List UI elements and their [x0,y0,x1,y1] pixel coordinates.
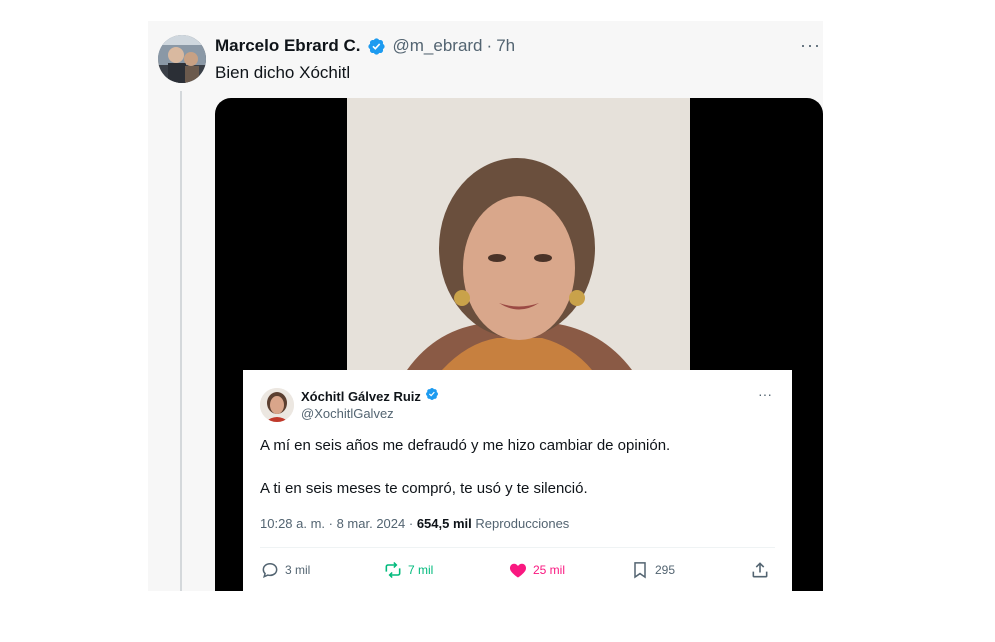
heart-icon [508,560,528,580]
reply-icon [260,560,280,580]
views-label: Reproducciones [471,516,570,531]
separator: · [486,36,493,55]
tweet-card[interactable]: Marcelo Ebrard C. @m_ebrard · 7h ··· Bie… [148,21,823,591]
bookmark-icon [630,560,650,580]
embedded-timestamp[interactable]: 10:28 a. m. · 8 mar. 2024 · [260,516,417,531]
like-button[interactable]: 25 mil [508,560,565,580]
embedded-tweet-text: A mí en seis años me defraudó y me hizo … [260,436,670,522]
thread-line [180,91,182,591]
embedded-author-handle[interactable]: @XochitlGalvez [301,405,439,422]
verified-badge-icon [367,37,386,56]
like-count: 25 mil [533,563,566,577]
repost-button[interactable]: 7 mil [383,560,433,580]
embedded-text-line-1: A mí en seis años me defraudó y me hizo … [260,437,671,454]
embedded-tweet[interactable]: Xóchitl Gálvez Ruiz @XochitlGalvez ··· A… [243,370,792,591]
embedded-more-icon[interactable]: ··· [758,386,772,402]
tweet-header: Marcelo Ebrard C. @m_ebrard · 7h [215,35,515,57]
repost-icon [383,560,403,580]
embedded-meta: 10:28 a. m. · 8 mar. 2024 · 654,5 mil Re… [260,516,569,531]
embedded-text-line-2: A ti en seis meses te compró, te usó y t… [260,480,588,497]
repost-count: 7 mil [408,563,434,577]
author-avatar[interactable] [158,35,206,83]
tweet-text: Bien dicho Xóchitl [215,63,351,82]
bookmark-count: 295 [655,563,676,577]
divider [260,547,775,548]
share-icon [750,560,770,580]
more-options-icon[interactable]: ··· [800,35,821,56]
author-handle[interactable]: @m_ebrard [393,35,483,57]
share-button[interactable] [750,560,770,580]
embedded-header: Xóchitl Gálvez Ruiz @XochitlGalvez [301,387,439,422]
tweet-media[interactable]: Xóchitl Gálvez Ruiz @XochitlGalvez ··· A… [215,98,823,591]
action-bar: 3 mil 7 mil 25 mil 295 [260,560,775,582]
embedded-author-name[interactable]: Xóchitl Gálvez Ruiz [301,388,421,405]
reply-button[interactable]: 3 mil [260,560,310,580]
verified-badge-icon [425,387,439,405]
bookmark-button[interactable]: 295 [630,560,675,580]
video-frame[interactable] [347,98,690,370]
embedded-author-avatar[interactable] [260,388,294,422]
views-count: 654,5 mil [416,516,472,531]
author-name[interactable]: Marcelo Ebrard C. [215,35,361,57]
tweet-time[interactable]: 7h [496,35,515,57]
reply-count: 3 mil [285,563,311,577]
